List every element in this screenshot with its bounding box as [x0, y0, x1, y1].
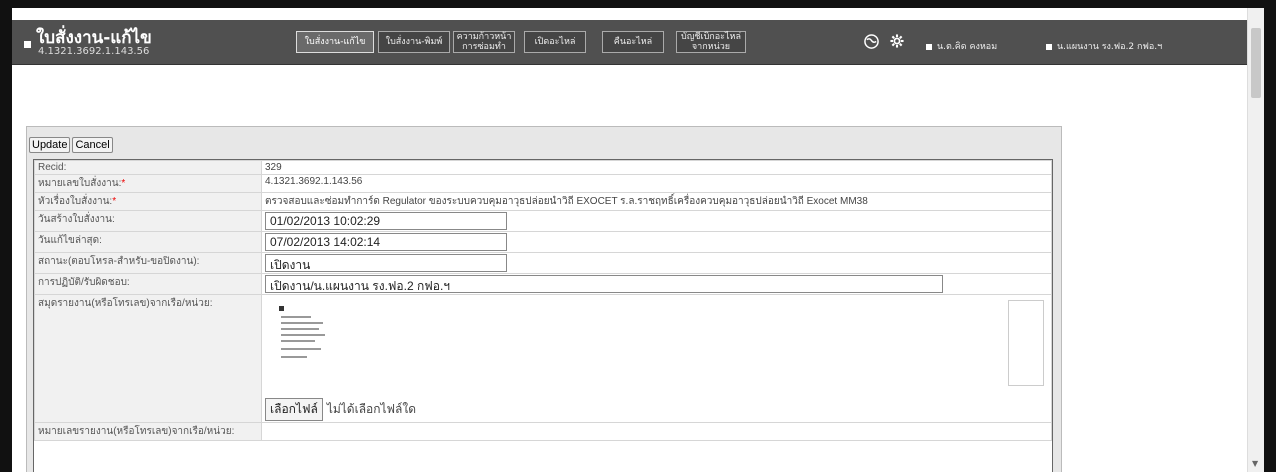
table-row: สถานะ(ตอบโหรล-สำหรับ-ขอปิดงาน): เปิดงาน — [34, 252, 1052, 274]
status-field[interactable]: เปิดงาน — [265, 254, 507, 272]
scroll-down-icon[interactable]: ▼ — [1252, 459, 1258, 468]
file-status-text: ไม่ได้เลือกไฟล์ใด — [326, 402, 417, 416]
table-row: หัวเรื่องใบสั่งงาน:* ตรวจสอบและซ่อมทำการ… — [34, 192, 1052, 211]
recid-value: 329 — [261, 160, 1052, 175]
nav-label-line1: ความก้าวหน้า — [456, 32, 512, 42]
user-link-2[interactable]: น.แผนงาน รง.ฟอ.2 กฟอ.ฯ — [1046, 39, 1162, 53]
created-cell: 01/02/2013 10:02:29 — [261, 210, 1052, 232]
detail-table: Recid: 329 หมายเลขใบสั่งงาน:* 4.1321.369… — [34, 160, 1052, 441]
user-name: น.แผนงาน รง.ฟอ.2 กฟอ.ฯ — [1057, 42, 1163, 52]
nav-label-line2: การซ่อมทำ — [462, 42, 506, 52]
browser-viewport: ใบสั่งงาน-แก้ไข 4.1321.3692.1.143.56 ใบส… — [12, 8, 1264, 472]
field-label: วันสร้างใบสั่งงาน: — [34, 210, 262, 232]
user-link-1[interactable]: น.ต.คิด คงหอม — [926, 39, 997, 53]
field-label: สถานะ(ตอบโหรล-สำหรับ-ขอปิดงาน): — [34, 252, 262, 274]
nav-label: เปิดอะไหล่ — [534, 36, 576, 47]
nav-repair-progress[interactable]: ความก้าวหน้า การซ่อมทำ — [453, 31, 515, 53]
table-row: หมายเลขรายงาน(หรือโทรเลข)จากเรือ/หน่วย: — [34, 422, 1052, 441]
form-body: Recid: 329 หมายเลขใบสั่งงาน:* 4.1321.369… — [33, 159, 1053, 472]
subject-value: ตรวจสอบและซ่อมทำการ์ด Regulator ของระบบค… — [261, 192, 1052, 211]
field-label: Recid: — [34, 160, 262, 175]
user-icon — [926, 43, 932, 50]
user-icon — [1046, 43, 1052, 50]
nav-label-line2: จากหน่วย — [691, 42, 731, 52]
field-label: วันแก้ไขล่าสุด: — [34, 231, 262, 253]
cancel-button[interactable]: Cancel — [72, 137, 113, 153]
nav-edit-order[interactable]: ใบสั่งงาน-แก้ไข — [296, 31, 374, 53]
nav-label: คืนอะไหล่ — [613, 36, 653, 47]
nav-print-order[interactable]: ใบสั่งงาน-พิมพ์ — [378, 31, 450, 53]
nav-label: ใบสั่งงาน-พิมพ์ — [385, 36, 443, 47]
scrollbar-thumb[interactable] — [1251, 28, 1261, 98]
gear-icon[interactable] — [890, 34, 904, 52]
status-cell: เปิดงาน — [261, 252, 1052, 274]
action-cell: เปิดงาน/น.แผนงาน รง.ฟอ.2 กฟอ.ฯ — [261, 273, 1052, 295]
field-label: การปฏิบัติ/รับผิดชอบ: — [34, 273, 262, 295]
table-row: สมุดรายงาน(หรือโทรเลข)จากเรือ/หน่วย: เลื… — [34, 294, 1052, 423]
page-subtitle: 4.1321.3692.1.143.56 — [38, 46, 150, 57]
table-row: หมายเลขใบสั่งงาน:* 4.1321.3692.1.143.56 — [34, 174, 1052, 193]
created-date-field[interactable]: 01/02/2013 10:02:29 — [265, 212, 507, 230]
nav-label-line1: บัญชีเบิกอะไหล่ — [681, 32, 741, 42]
modified-date-field[interactable]: 07/02/2013 14:02:14 — [265, 233, 507, 251]
label-text: หัวเรื่องใบสั่งงาน: — [38, 196, 113, 207]
field-label: หมายเลขรายงาน(หรือโทรเลข)จากเรือ/หน่วย: — [34, 422, 262, 441]
form-toolbar: Update Cancel — [29, 133, 115, 153]
ref-value — [261, 422, 1052, 441]
field-label: หัวเรื่องใบสั่งงาน:* — [34, 192, 262, 211]
edit-form-panel: Update Cancel Recid: 329 หมายเลขใบสั่งงาน… — [26, 126, 1062, 472]
nav-parts-list[interactable]: บัญชีเบิกอะไหล่ จากหน่วย — [676, 31, 746, 53]
app-header: ใบสั่งงาน-แก้ไข 4.1321.3692.1.143.56 ใบส… — [12, 20, 1248, 65]
user-name: น.ต.คิด คงหอม — [937, 42, 998, 52]
page-scrollbar[interactable]: ▼ — [1247, 8, 1264, 472]
choose-file-button[interactable]: เลือกไฟล์ — [265, 398, 323, 421]
doc-no-value: 4.1321.3692.1.143.56 — [261, 174, 1052, 193]
nav-label: ใบสั่งงาน-แก้ไข — [304, 36, 366, 47]
document-thumbnail-icon[interactable] — [277, 304, 327, 368]
nav-open-parts[interactable]: เปิดอะไหล่ — [524, 31, 586, 53]
field-label: หมายเลขใบสั่งงาน:* — [34, 174, 262, 193]
preview-scroll-area[interactable] — [1008, 300, 1044, 386]
app-logo-icon — [24, 41, 31, 48]
label-text: หมายเลขใบสั่งงาน: — [38, 178, 122, 189]
table-row: วันสร้างใบสั่งงาน: 01/02/2013 10:02:29 — [34, 210, 1052, 232]
table-row: วันแก้ไขล่าสุด: 07/02/2013 14:02:14 — [34, 231, 1052, 253]
table-row: Recid: 329 — [34, 160, 1052, 175]
field-label: สมุดรายงาน(หรือโทรเลข)จากเรือ/หน่วย: — [34, 294, 262, 423]
modified-cell: 07/02/2013 14:02:14 — [261, 231, 1052, 253]
required-mark: * — [121, 178, 126, 189]
nav-return-parts[interactable]: คืนอะไหล่ — [602, 31, 664, 53]
globe-icon[interactable] — [864, 34, 879, 53]
file-picker: เลือกไฟล์ ไม่ได้เลือกไฟล์ใด — [265, 398, 1048, 421]
attach-cell: เลือกไฟล์ ไม่ได้เลือกไฟล์ใด — [261, 294, 1052, 423]
update-button[interactable]: Update — [29, 137, 71, 153]
attachment-preview — [265, 296, 1048, 396]
table-row: การปฏิบัติ/รับผิดชอบ: เปิดงาน/น.แผนงาน ร… — [34, 273, 1052, 295]
action-field[interactable]: เปิดงาน/น.แผนงาน รง.ฟอ.2 กฟอ.ฯ — [265, 275, 943, 293]
required-mark: * — [112, 196, 117, 207]
